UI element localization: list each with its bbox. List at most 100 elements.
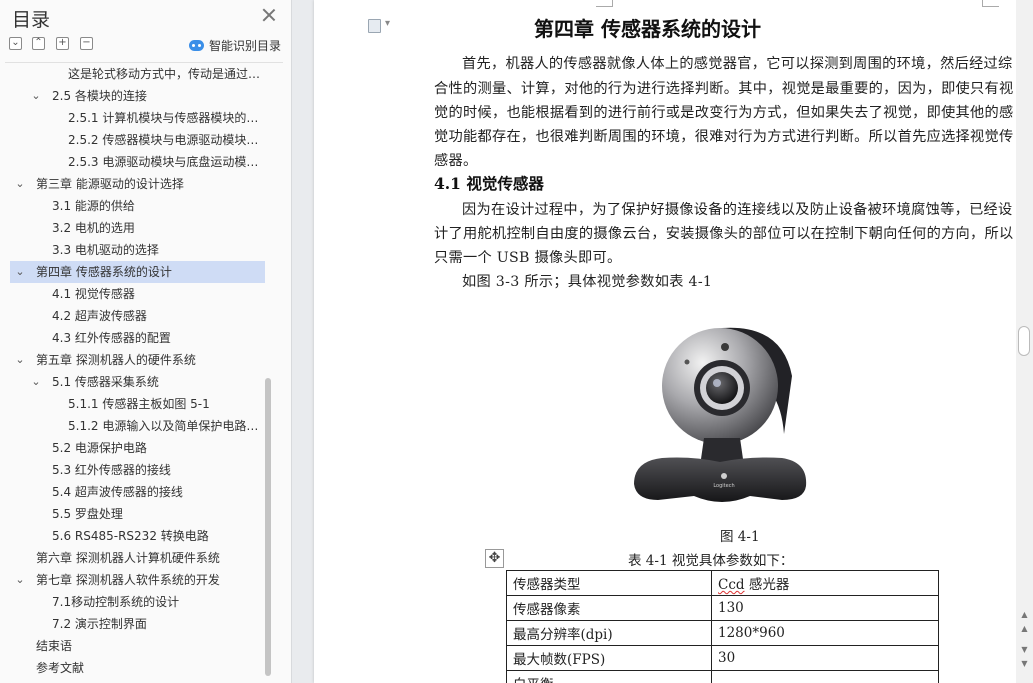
param-name-cell[interactable]: 传感器类型 xyxy=(506,570,712,596)
toc-item-label: 3.3 电机驱动的选择 xyxy=(52,243,159,257)
section-heading: 4.1 视觉传感器 xyxy=(434,174,544,193)
chevron-down-icon[interactable]: ⌄ xyxy=(14,173,26,195)
param-value-cell[interactable] xyxy=(711,670,939,683)
param-value-text: 30 xyxy=(718,650,736,666)
body-text-line: 合性的测量、计算，对他的行为进行选择判断。其中，视觉是最重要的，因为，即使只有视 xyxy=(434,81,1014,97)
spec-table: 传感器类型 Ccd 感光器 传感器像素 130 最高分辨率(dpi) 1280*960 最大… xyxy=(506,570,939,683)
page-up-icon[interactable]: ▲ xyxy=(1020,624,1029,633)
toc-item[interactable]: 4.3 红外传感器的配置 xyxy=(10,327,265,349)
chevron-down-icon[interactable]: ⌄ xyxy=(14,261,26,283)
param-value-text: 感光器 xyxy=(744,577,790,593)
chevron-down-icon[interactable]: ⌄ xyxy=(30,85,42,107)
table-caption: 表 4-1 视觉具体参数如下： xyxy=(628,553,794,569)
toc-item-label: 第四章 传感器系统的设计 xyxy=(36,265,172,279)
toc-item[interactable]: 5.1.1 传感器主板如图 5-1 xyxy=(10,393,265,415)
param-value-cell[interactable]: 1280*960 xyxy=(711,620,939,646)
chevron-down-icon[interactable]: ⌄ xyxy=(14,569,26,591)
close-icon[interactable] xyxy=(261,7,277,23)
toc-item[interactable]: ⌄ 第四章 传感器系统的设计 xyxy=(10,261,265,283)
toc-item[interactable]: 5.2 电源保护电路 xyxy=(10,437,265,459)
expand-all-button[interactable]: ⌃ xyxy=(32,37,45,50)
webcam-brand-logo: Logitech xyxy=(713,483,734,489)
table-move-handle-icon[interactable]: ✥ xyxy=(485,549,504,568)
toc-item[interactable]: 5.6 RS485-RS232 转换电路 xyxy=(10,525,265,547)
toc-item[interactable]: 4.2 超声波传感器 xyxy=(10,305,265,327)
paragraph-mark-icon[interactable] xyxy=(368,18,390,33)
toc-item-label: 3.1 能源的供给 xyxy=(52,199,135,213)
toc-item[interactable]: 3.3 电机驱动的选择 xyxy=(10,239,265,261)
toc-item[interactable]: 5.5 罗盘处理 xyxy=(10,503,265,525)
toc-item[interactable]: 7.2 演示控制界面 xyxy=(10,613,265,635)
chapter-title: 第四章 传感器系统的设计 xyxy=(534,17,761,41)
page-up-icon[interactable]: ▲ xyxy=(1020,610,1029,619)
toc-item[interactable]: 5.4 超声波传感器的接线 xyxy=(10,481,265,503)
collapse-all-button[interactable]: ⌄ xyxy=(9,37,22,50)
param-value-text: Ccd xyxy=(718,577,745,593)
toc-title: 目录 xyxy=(12,9,51,31)
toc-item[interactable]: ⌄ 2.5 各模块的连接 xyxy=(10,85,265,107)
margin-corner-mark xyxy=(596,0,613,7)
add-level-button[interactable]: + xyxy=(56,37,69,50)
param-name-cell[interactable]: 最高分辨率(dpi) xyxy=(506,620,712,646)
toc-item[interactable]: ⌄ 第三章 能源驱动的设计选择 xyxy=(10,173,265,195)
toc-item-label: 5.1 传感器采集系统 xyxy=(52,375,159,389)
table-row: 传感器像素 130 xyxy=(506,595,939,621)
toc-item[interactable]: 2.5.3 电源驱动模块与底盘运动模 ... xyxy=(10,151,265,173)
param-name-cell[interactable]: 白平衡 xyxy=(506,670,712,683)
ai-icon xyxy=(189,39,204,51)
body-text-line: 计了用舵机控制自由度的摄像云台，安装摄像头的部位可以在控制下朝向任何的方向，所以 xyxy=(434,226,1014,242)
toc-item[interactable]: 4.1 视觉传感器 xyxy=(10,283,265,305)
toc-item-label: 4.1 视觉传感器 xyxy=(52,287,135,301)
document-scrollbar[interactable]: ▲ ▲ ▼ ▼ xyxy=(1016,0,1033,683)
param-name-cell[interactable]: 传感器像素 xyxy=(506,595,712,621)
page-down-icon[interactable]: ▼ xyxy=(1020,659,1029,668)
table-row: 白平衡 xyxy=(506,670,939,683)
body-text-line: 因为在设计过程中，为了保护好摄像设备的连接线以及防止设备被环境腐蚀等，已经设 xyxy=(462,202,1013,218)
smart-toc-button[interactable]: 智能识别目录 xyxy=(189,36,281,54)
toc-scrollbar[interactable] xyxy=(265,378,271,676)
param-value-text: 1280*960 xyxy=(718,625,785,641)
toc-list: 这是轮式移动方式中，传动是通过 ... ⌄ 2.5 各模块的连接 2.5.1 计算机模… xyxy=(5,62,283,682)
toc-item[interactable]: 3.1 能源的供给 xyxy=(10,195,265,217)
toc-item[interactable]: 5.3 红外传感器的接线 xyxy=(10,459,265,481)
param-value-cell[interactable]: 130 xyxy=(711,595,939,621)
toc-item[interactable]: 第六章 探测机器人计算机硬件系统 xyxy=(10,547,265,569)
table-row: 最高分辨率(dpi) 1280*960 xyxy=(506,620,939,646)
toc-item-label: 7.2 演示控制界面 xyxy=(52,617,147,631)
toc-item-label: 2.5.1 计算机模块与传感器模块的 ... xyxy=(68,111,261,125)
toc-item-label: 这是轮式移动方式中，传动是通过 ... xyxy=(68,67,261,81)
toc-item[interactable]: 7.1移动控制系统的设计 xyxy=(10,591,265,613)
toc-item[interactable]: 5.1.2 电源输入以及简单保护电路 ... xyxy=(10,415,265,437)
figure-caption: 图 4-1 xyxy=(720,529,760,545)
toc-item[interactable]: 结束语 xyxy=(10,635,265,657)
toc-item[interactable]: ⌄ 第七章 探测机器人软件系统的开发 xyxy=(10,569,265,591)
toc-item-label: 第七章 探测机器人软件系统的开发 xyxy=(36,573,220,587)
toc-item-label: 5.1.2 电源输入以及简单保护电路 ... xyxy=(68,419,261,433)
body-text-line: 感器。 xyxy=(434,153,478,169)
remove-level-button[interactable]: − xyxy=(80,37,93,50)
toc-panel: 目录 ⌄ ⌃ + − 智能识别目录 这是轮式移动方式中，传动是通过 ... ⌄ 2.… xyxy=(0,0,292,683)
toc-item[interactable]: 这是轮式移动方式中，传动是通过 ... xyxy=(10,63,265,85)
page-down-icon[interactable]: ▼ xyxy=(1020,645,1029,654)
param-name-cell[interactable]: 最大帧数(FPS) xyxy=(506,645,712,671)
chevron-down-icon[interactable]: ⌄ xyxy=(14,349,26,371)
margin-corner-mark xyxy=(982,0,999,7)
toc-item-label: 4.3 红外传感器的配置 xyxy=(52,331,171,345)
param-value-cell[interactable]: Ccd 感光器 xyxy=(711,570,939,596)
toc-item[interactable]: 2.5.1 计算机模块与传感器模块的 ... xyxy=(10,107,265,129)
body-text-line: 首先，机器人的传感器就像人体上的感觉器官，它可以探测到周围的环境，然后经过综 xyxy=(462,56,1013,72)
toc-item[interactable]: 参考文献 xyxy=(10,657,265,679)
toc-item-label: 4.2 超声波传感器 xyxy=(52,309,147,323)
chevron-down-icon[interactable]: ⌄ xyxy=(30,371,42,393)
toc-item-label: 5.1.1 传感器主板如图 5-1 xyxy=(68,397,210,411)
toc-item[interactable]: 3.2 电机的选用 xyxy=(10,217,265,239)
scroll-thumb[interactable] xyxy=(1018,326,1030,356)
body-text-line: 如图 3-3 所示；具体视觉参数如表 4-1 xyxy=(462,274,713,290)
toc-item-label: 7.1移动控制系统的设计 xyxy=(52,595,180,609)
toc-item[interactable]: ⌄ 5.1 传感器采集系统 xyxy=(10,371,265,393)
toc-item[interactable]: ⌄ 第五章 探测机器人的硬件系统 xyxy=(10,349,265,371)
param-value-cell[interactable]: 30 xyxy=(711,645,939,671)
toc-item-label: 5.2 电源保护电路 xyxy=(52,441,147,455)
toc-item[interactable]: 2.5.2 传感器模块与电源驱动模块 ... xyxy=(10,129,265,151)
toc-item-label: 5.5 罗盘处理 xyxy=(52,507,123,521)
